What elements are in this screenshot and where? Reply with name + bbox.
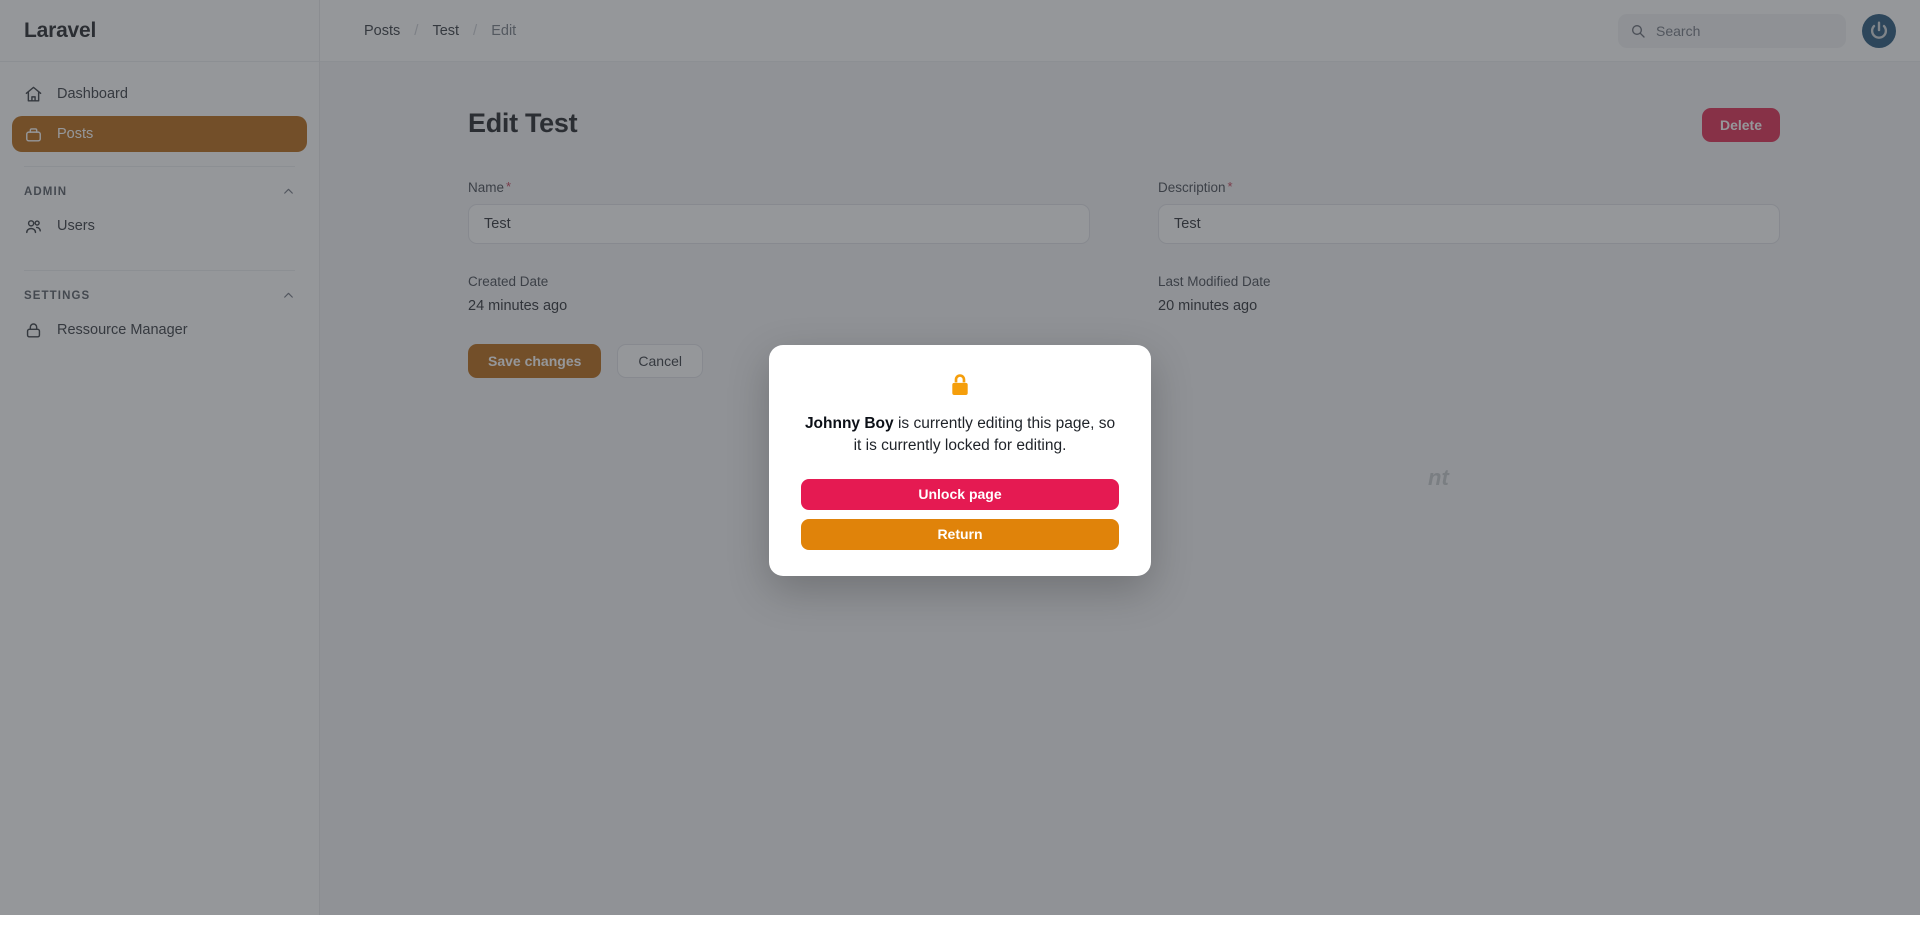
page-locked-modal: Johnny Boy is currently editing this pag… (769, 345, 1151, 576)
app-root: Laravel Dashboard Posts (0, 0, 1920, 929)
modal-message-rest: is currently editing this page, so it is… (853, 415, 1116, 455)
modal-message: Johnny Boy is currently editing this pag… (801, 413, 1119, 458)
lock-icon (801, 373, 1119, 399)
return-button[interactable]: Return (801, 518, 1119, 550)
viewport-bottom-strip (0, 915, 1920, 929)
modal-user-name: Johnny Boy (804, 415, 894, 432)
unlock-page-button[interactable]: Unlock page (801, 478, 1119, 510)
modal-layer: Johnny Boy is currently editing this pag… (0, 0, 1920, 929)
